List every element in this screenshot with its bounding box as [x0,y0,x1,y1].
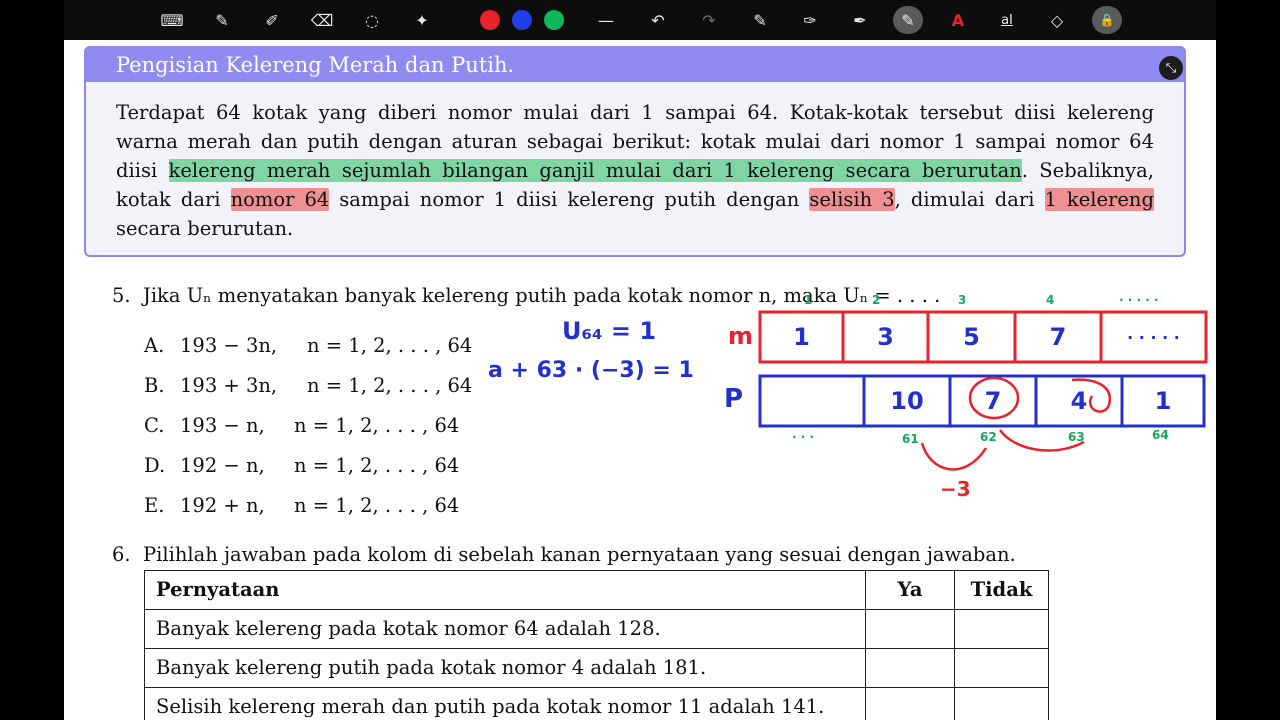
answer-no-cell[interactable] [954,648,1049,688]
eraser-icon[interactable]: ⌫ [307,6,337,34]
answer-no-cell[interactable] [954,609,1049,649]
top-index: 2 [872,293,881,307]
shape-pen-icon[interactable]: ✎ [745,6,775,34]
laser-icon[interactable]: A [943,6,973,34]
q6-text: Pilihlah jawaban pada kolom di sebelah k… [143,543,1016,566]
undo-icon[interactable]: ↶ [643,6,673,34]
top-index: 3 [958,293,967,307]
answer-yes-cell[interactable] [865,687,955,720]
shapes-icon[interactable]: ◇ [1042,6,1072,34]
document-page: Pengisian Kelereng Merah dan Putih. Terd… [64,40,1216,720]
bottom-index: 63 [1068,430,1085,444]
bottom-index: 62 [980,430,997,444]
m-cell: 5 [963,323,980,351]
bottom-index: 64 [1152,428,1169,442]
p-cell [760,376,864,426]
color-green-swatch[interactable] [544,10,564,30]
table-header-no: Tidak [954,570,1049,610]
p-cell: 10 [890,387,924,415]
top-index: 1 [804,293,813,307]
lasso-icon[interactable]: ◌ [357,6,387,34]
lock-icon[interactable]: 🔒 [1092,6,1122,34]
line-width-icon[interactable]: — [591,6,621,34]
top-index: 4 [1046,293,1055,307]
m-cell: · · · · · [1127,327,1180,347]
m-cell: 1 [793,323,810,351]
color-blue-swatch[interactable] [512,10,532,30]
handwritten-difference: −3 [940,477,971,501]
p-cell: 7 [984,387,1002,415]
redo-icon[interactable]: ↷ [694,6,724,34]
table-header-yes: Ya [865,570,955,610]
m-cell: 7 [1049,323,1067,351]
bottom-index: · · · [792,430,815,444]
bottom-index: 61 [902,432,919,446]
answer-no-cell[interactable] [954,687,1049,720]
keyboard-icon[interactable]: ⌨ [157,6,187,34]
p-cell: 1 [1154,387,1172,415]
p-cell: 4 [1070,387,1088,415]
m-cell: 3 [877,323,894,351]
pen-tool-icon[interactable]: ✒ [845,6,875,34]
pen-settings-icon[interactable]: ✑ [795,6,825,34]
table-header-statement: Pernyataan [144,570,866,610]
answer-yes-cell[interactable] [865,648,955,688]
highlighter-icon[interactable]: ✐ [257,6,287,34]
color-red-swatch[interactable] [480,10,500,30]
table-row-statement: Banyak kelereng pada kotak nomor 64 adal… [144,609,866,649]
table-row-statement: Selisih kelereng merah dan putih pada ko… [144,687,866,720]
toolbar: ⌨ ✎ ✐ ⌫ ◌ ✦ — ↶ ↷ ✎ ✑ ✒ ✎ A aI ◇ 🔒 [64,0,1216,40]
active-pen-icon[interactable]: ✎ [893,6,923,34]
top-index: · · · · · [1119,293,1159,307]
answer-yes-cell[interactable] [865,609,955,649]
magic-pen-icon[interactable]: ✦ [407,6,437,34]
text-icon[interactable]: aI [992,6,1022,34]
q6-number: 6. [112,543,131,566]
pen-icon[interactable]: ✎ [207,6,237,34]
table-row-statement: Banyak kelereng putih pada kotak nomor 4… [144,648,866,688]
